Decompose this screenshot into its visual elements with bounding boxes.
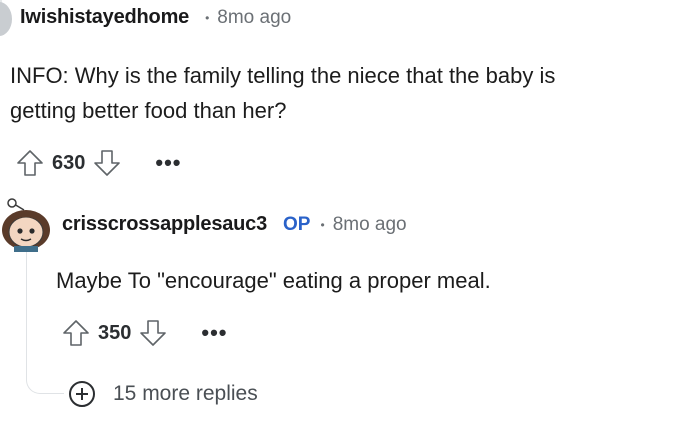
downvote-icon[interactable] (137, 317, 169, 349)
more-options-icon[interactable]: ••• (201, 322, 227, 344)
reply-username[interactable]: crisscrossapplesauc3 (62, 213, 267, 236)
more-replies-label[interactable]: 15 more replies (113, 382, 258, 406)
reply-header: crisscrossapplesauc3 OP • 8mo ago (62, 213, 407, 236)
reply-body: Maybe To "encourage" eating a proper mea… (56, 268, 491, 293)
score: 630 (52, 151, 86, 174)
comment-timestamp[interactable]: 8mo ago (217, 7, 291, 29)
upvote-icon[interactable] (14, 147, 46, 179)
score: 350 (98, 321, 132, 344)
avatar[interactable] (0, 196, 52, 252)
separator-dot: • (205, 10, 210, 25)
comment-body: INFO: Why is the family telling the niec… (10, 58, 670, 128)
upvote-icon[interactable] (60, 317, 92, 349)
plus-circle-icon[interactable] (69, 381, 95, 407)
more-replies-button[interactable]: 15 more replies (69, 381, 258, 407)
reply-timestamp[interactable]: 8mo ago (333, 214, 407, 236)
comment-body-line: INFO: Why is the family telling the niec… (10, 63, 556, 88)
op-badge: OP (283, 213, 311, 235)
downvote-icon[interactable] (91, 147, 123, 179)
avatar[interactable] (0, 2, 12, 36)
comment-body-line: getting better food than her? (10, 98, 287, 123)
comment-actions: 630 ••• (14, 147, 181, 179)
reply-actions: 350 ••• (60, 317, 227, 349)
comment-username[interactable]: Iwishistayedhome (20, 6, 189, 29)
separator-dot: • (320, 217, 325, 232)
more-options-icon[interactable]: ••• (155, 152, 181, 174)
comment-header: Iwishistayedhome • 8mo ago (20, 6, 291, 29)
